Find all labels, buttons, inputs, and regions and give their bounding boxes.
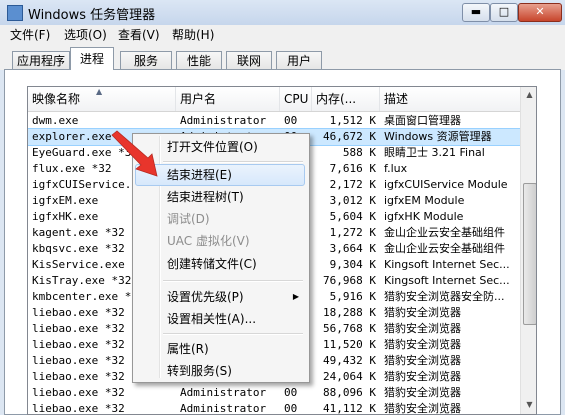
red-annotation-arrow-icon: [111, 130, 158, 177]
